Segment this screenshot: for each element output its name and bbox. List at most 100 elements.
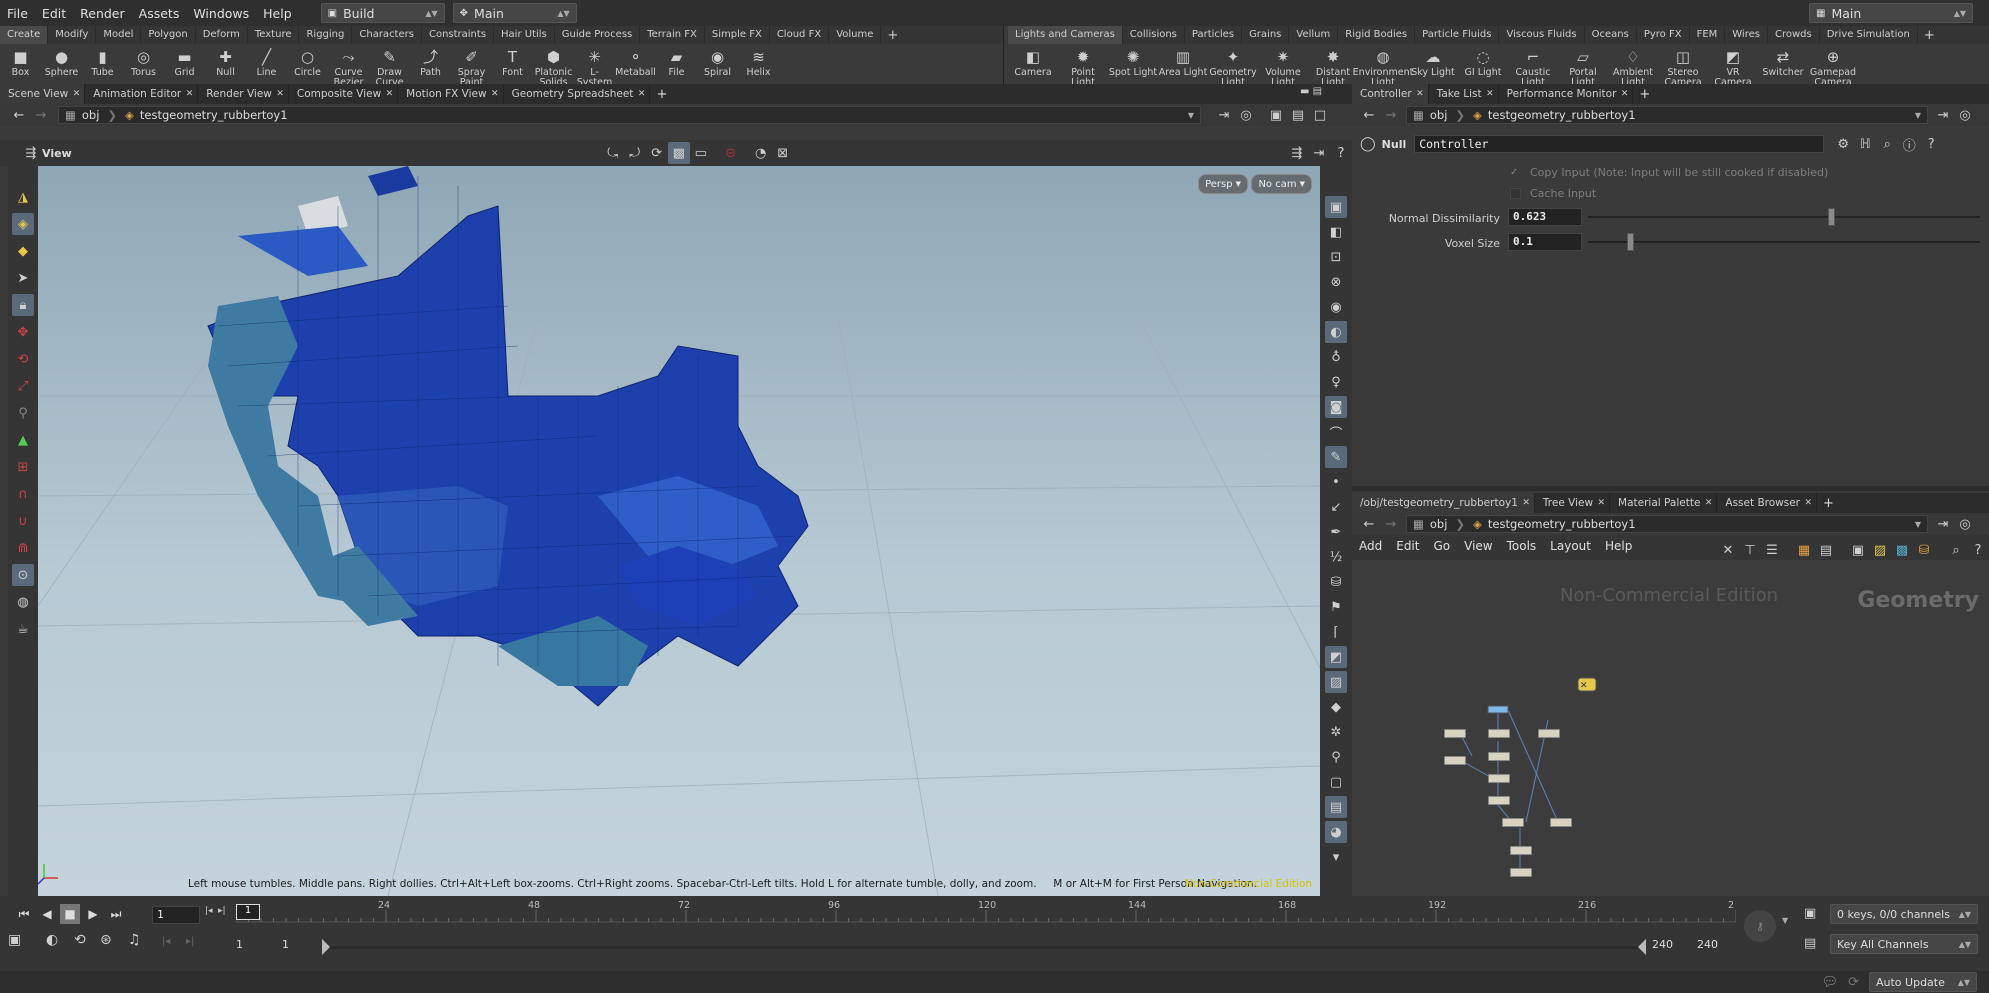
shelf-tab-hair-utils[interactable]: Hair Utils <box>494 26 555 44</box>
forward-arrow-icon[interactable]: → <box>30 104 52 126</box>
tool-curve-bezier[interactable]: ⤳ Curve Bezier <box>328 44 369 88</box>
tool-ambient-light[interactable]: ♢ Ambient Light <box>1608 44 1658 88</box>
desktop-dropdown[interactable]: ▣ Build ▲▼ <box>320 3 445 23</box>
search-icon[interactable]: ⌕ <box>1945 539 1967 561</box>
node-name-field[interactable]: Controller <box>1414 135 1825 153</box>
tool-stereo-camera[interactable]: ◫ Stereo Camera <box>1658 44 1708 88</box>
close-icon[interactable]: ✕ <box>1598 493 1606 513</box>
tool-tube[interactable]: ▮ Tube <box>82 44 123 78</box>
select-mode-icon[interactable]: ◮ <box>12 186 34 208</box>
view-tool-icon[interactable]: ⊞ <box>12 456 34 478</box>
shelf-tab-lights-and-cameras[interactable]: Lights and Cameras <box>1008 26 1123 44</box>
pin-icon[interactable]: ⇥ <box>1213 104 1235 126</box>
folder-icon[interactable]: ⛁ <box>1913 539 1935 561</box>
pose-icon[interactable]: ▲ <box>12 429 34 451</box>
lamp-icon[interactable]: ◕ <box>1325 821 1347 843</box>
range-end-field-2[interactable]: 240 <box>1697 938 1718 951</box>
normal-icon[interactable]: ↙ <box>1325 496 1347 518</box>
help-icon[interactable]: ? <box>1920 133 1942 155</box>
history-icon[interactable]: ℍ <box>1854 133 1876 155</box>
tab-tree-view[interactable]: Tree View ✕ <box>1535 493 1611 513</box>
pin-icon[interactable]: ⇥ <box>1308 142 1330 164</box>
audio-icon[interactable]: ♫ <box>128 932 141 948</box>
network-dropdown[interactable]: ✥ Main ▲▼ <box>452 3 577 23</box>
magnet-icon-2[interactable]: ∪ <box>12 510 34 532</box>
scene-icon[interactable]: ▨ <box>1325 671 1347 693</box>
rotate-icon[interactable]: ⟲ <box>12 348 34 370</box>
menu-assets[interactable]: Assets <box>132 6 187 21</box>
stop-icon[interactable]: ⊝ <box>720 142 742 164</box>
tool-portal-light[interactable]: ▱ Portal Light <box>1558 44 1608 88</box>
camera-tumble-icon[interactable]: ⤿ <box>602 142 624 164</box>
tab-controller[interactable]: Controller ✕ <box>1352 84 1429 104</box>
controller-node[interactable]: ✕ <box>1577 677 1597 692</box>
chevron-down-icon[interactable]: ▼ <box>1915 520 1921 529</box>
point-icon[interactable]: • <box>1325 471 1347 493</box>
bulb-icon[interactable]: ♁ <box>1325 346 1347 368</box>
image-icon[interactable]: ▩ <box>1891 539 1913 561</box>
tool-l-system[interactable]: ✳ L-System <box>574 44 615 88</box>
sync-icon[interactable]: ⊛ <box>100 932 112 948</box>
grid-icon[interactable]: ▦ <box>1793 539 1815 561</box>
tool-area-light[interactable]: ▥ Area Light <box>1158 44 1208 78</box>
display-options-icon[interactable]: ▣ <box>1265 104 1287 126</box>
param-path-field[interactable]: ▦ obj ❯ ◈ testgeometry_rubbertoy1 ▼ <box>1406 106 1928 124</box>
note-icon[interactable]: ▨ <box>1869 539 1891 561</box>
tool-helix[interactable]: ≋ Helix <box>738 44 779 78</box>
tab-asset-browser[interactable]: Asset Browser ✕ <box>1717 493 1817 513</box>
chat-icon[interactable]: 💬︎ <box>1822 975 1839 990</box>
shelf-tab-characters[interactable]: Characters <box>352 26 422 44</box>
slider-knob[interactable] <box>1828 208 1835 226</box>
copy-input-row[interactable]: ✓ Copy Input (Note: Input will be still … <box>1510 166 1828 179</box>
wireframe-icon[interactable]: ▭ <box>690 142 712 164</box>
network-menu-add[interactable]: Add <box>1352 539 1389 553</box>
shelf-tab-create[interactable]: Create <box>0 26 49 44</box>
back-arrow-icon[interactable]: ← <box>8 104 30 126</box>
toolbar-options-icon[interactable]: ⇶ <box>1286 142 1308 164</box>
tool-spiral[interactable]: ◉ Spiral <box>697 44 738 78</box>
network-menu-edit[interactable]: Edit <box>1389 539 1426 553</box>
tool-gi-light[interactable]: ◌ GI Light <box>1458 44 1508 78</box>
ghost-icon[interactable]: ◧ <box>1325 221 1347 243</box>
network-menu-tools[interactable]: Tools <box>1500 539 1544 553</box>
view-menu-icon[interactable]: ⇶ <box>20 142 42 164</box>
tool-draw-curve[interactable]: ✎ Draw Curve <box>369 44 410 88</box>
play-reverse-icon[interactable]: ◀ <box>37 904 57 924</box>
tool-environment-light[interactable]: ◍ Environment Light <box>1353 44 1414 88</box>
slider-knob[interactable] <box>1627 233 1634 251</box>
checkbox-checked-icon[interactable]: ✓ <box>1510 167 1522 179</box>
table-icon[interactable]: ▤ <box>1815 539 1837 561</box>
face-mode-icon[interactable]: ◆ <box>12 240 34 262</box>
refresh-icon[interactable]: ⟳ <box>1848 975 1859 990</box>
scene-path-field[interactable]: ▦ obj ❯ ◈ testgeometry_rubbertoy1 ▼ <box>58 106 1201 124</box>
pane-menu-icon[interactable]: ▬ ▤ <box>1300 86 1322 97</box>
tree-icon[interactable]: ⊤ <box>1739 539 1761 561</box>
graph-node[interactable] <box>1444 729 1466 738</box>
play-forward-icon[interactable]: ▶ <box>83 904 103 924</box>
chevron-down-icon[interactable]: ▾ <box>1325 846 1347 868</box>
palette-icon[interactable]: ▣ <box>1847 539 1869 561</box>
sphere-icon[interactable]: ◉ <box>1325 296 1347 318</box>
tool-sky-light[interactable]: ☁ Sky Light <box>1408 44 1458 78</box>
menu-edit[interactable]: Edit <box>35 6 73 21</box>
tab-animation-editor[interactable]: Animation Editor ✕ <box>85 84 199 104</box>
magnet-icon[interactable]: ∩ <box>12 483 34 505</box>
add-tab-icon[interactable]: + <box>1817 496 1840 511</box>
forward-arrow-icon[interactable]: → <box>1380 513 1402 535</box>
camera-icon[interactable]: ◙ <box>1325 396 1347 418</box>
graph-node[interactable] <box>1488 774 1510 783</box>
graph-node[interactable] <box>1444 756 1466 765</box>
shelf-tab-deform[interactable]: Deform <box>196 26 248 44</box>
menu-windows[interactable]: Windows <box>186 6 256 21</box>
range-slider[interactable] <box>322 946 1646 949</box>
render-icon[interactable]: ☕︎ <box>12 618 34 640</box>
tool-caustic-light[interactable]: ⌐ Caustic Light <box>1508 44 1558 88</box>
tool-circle[interactable]: ○ Circle <box>287 44 328 78</box>
tool-volume-light[interactable]: ✷ Volume Light <box>1258 44 1308 88</box>
normal-dissimilarity-field[interactable]: 0.623 <box>1508 208 1582 226</box>
key-icon[interactable]: ⚷ <box>1744 910 1776 942</box>
tool-spot-light[interactable]: ✺ Spot Light <box>1108 44 1158 78</box>
tab-geometry-spreadsheet[interactable]: Geometry Spreadsheet ✕ <box>504 84 651 104</box>
realtime-icon[interactable]: ▣ <box>8 932 21 948</box>
tab-material-palette[interactable]: Material Palette ✕ <box>1610 493 1718 513</box>
